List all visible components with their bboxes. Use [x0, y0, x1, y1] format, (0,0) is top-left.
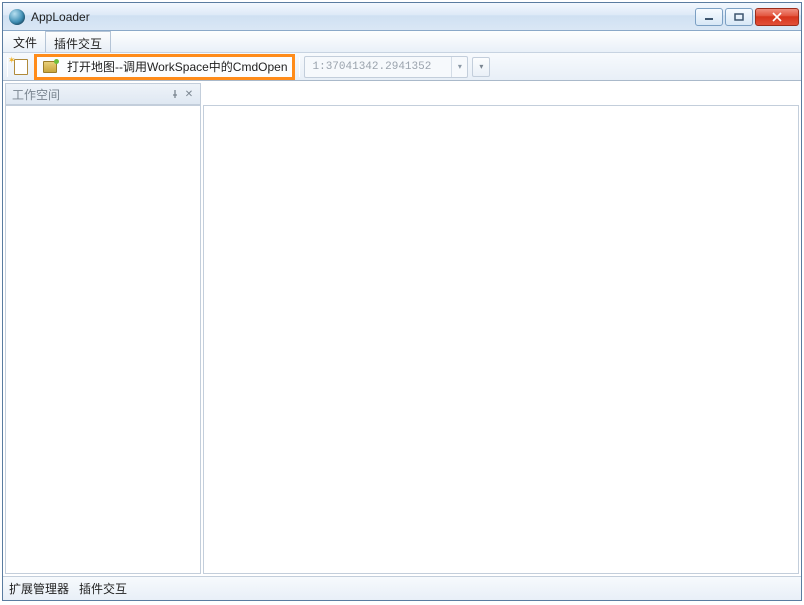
main-canvas[interactable] [203, 105, 799, 574]
status-extension-manager[interactable]: 扩展管理器 [9, 580, 69, 597]
app-icon [9, 9, 25, 25]
statusbar: 扩展管理器 插件交互 [3, 576, 801, 600]
minimize-icon [704, 13, 714, 21]
open-map-button[interactable]: 打开地图--调用WorkSpace中的CmdOpen [34, 54, 295, 80]
pin-icon[interactable] [168, 87, 182, 101]
window-title: AppLoader [31, 10, 695, 24]
open-map-label: 打开地图--调用WorkSpace中的CmdOpen [67, 58, 288, 75]
status-plugin-interaction[interactable]: 插件交互 [79, 580, 127, 597]
maximize-button[interactable] [725, 8, 753, 26]
body-row [5, 105, 799, 574]
new-document-button[interactable] [12, 58, 30, 76]
menu-file[interactable]: 文件 [5, 31, 45, 52]
app-window: AppLoader 文件 插件交互 打开地图--调用WorkSpace中的Cmd… [2, 2, 802, 601]
menubar: 文件 插件交互 [3, 31, 801, 53]
panel-close-icon[interactable]: ✕ [182, 87, 196, 101]
toolbar: 打开地图--调用WorkSpace中的CmdOpen 1:37041342.29… [3, 53, 801, 81]
titlebar: AppLoader [3, 3, 801, 31]
maximize-icon [734, 13, 744, 21]
toolbar-separator [299, 57, 300, 77]
close-icon [771, 12, 783, 22]
chevron-down-icon: ▾ [451, 57, 467, 77]
scale-combobox[interactable]: 1:37041342.2941352 ▾ [304, 56, 469, 78]
side-panel-header: 工作空间 ✕ [5, 83, 201, 105]
workspace-tree-panel[interactable] [5, 105, 201, 574]
open-folder-icon [43, 61, 57, 73]
side-panel-title: 工作空间 [12, 86, 168, 103]
workspace-container: 工作空间 ✕ [5, 83, 799, 574]
chevron-down-icon: ▾ [479, 62, 483, 71]
menu-plugin-interaction[interactable]: 插件交互 [45, 31, 111, 52]
window-controls [695, 8, 799, 26]
content-area: 工作空间 ✕ [3, 81, 801, 576]
new-document-icon [14, 59, 28, 75]
close-button[interactable] [755, 8, 799, 26]
scale-value: 1:37041342.2941352 [305, 61, 452, 73]
minimize-button[interactable] [695, 8, 723, 26]
toolbar-overflow-button[interactable]: ▾ [472, 57, 490, 77]
